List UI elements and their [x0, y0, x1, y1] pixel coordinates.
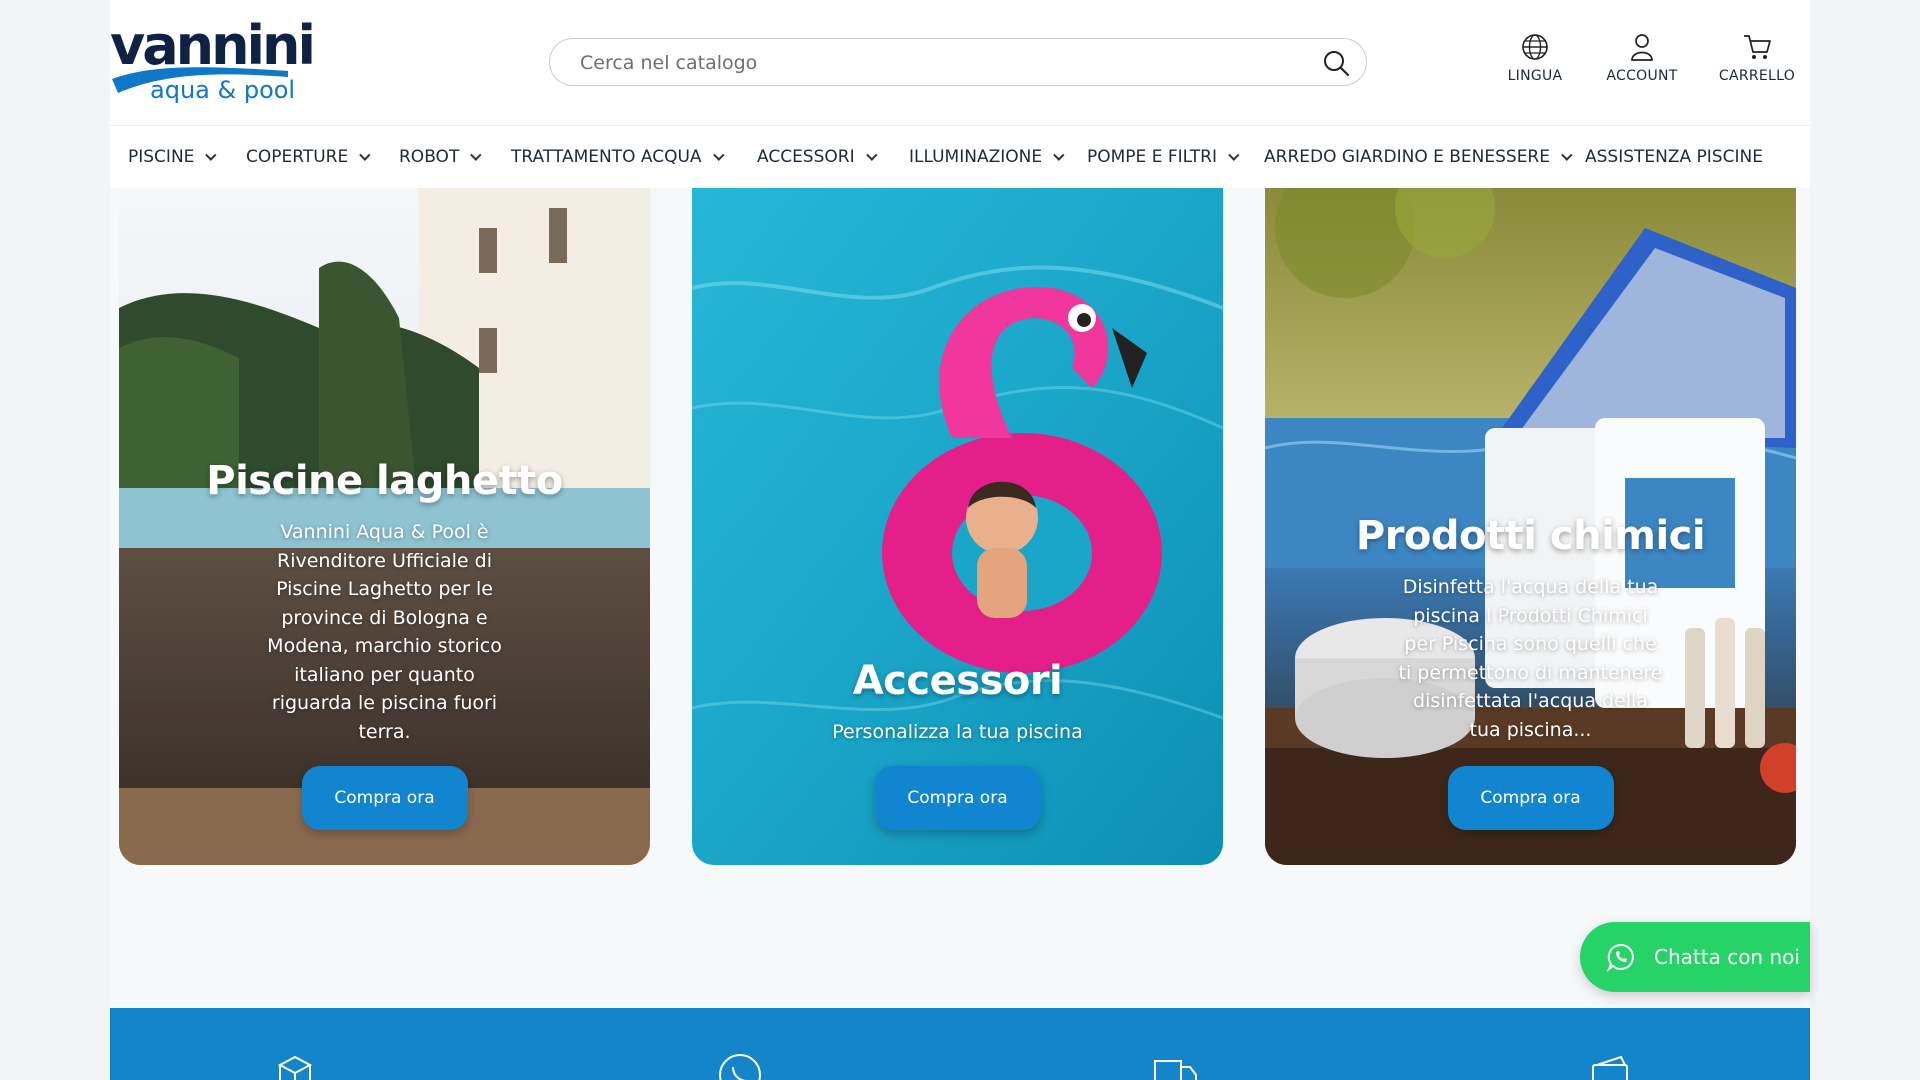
nav-item-coperture[interactable]: COPERTURE: [246, 147, 371, 167]
search-icon[interactable]: [1322, 49, 1350, 77]
card-content: Prodotti chimici Disinfetta l'acqua dell…: [1265, 513, 1796, 744]
logo[interactable]: vannini aqua & pool: [110, 14, 316, 109]
category-card-piscine-laghetto[interactable]: Piscine laghetto Vannini Aqua & Pool è R…: [119, 188, 650, 865]
search-input[interactable]: [580, 49, 1280, 77]
nav-item-label: ASSISTENZA PISCINE: [1585, 147, 1763, 167]
category-card-accessori[interactable]: Accessori Personalizza la tua piscina Co…: [692, 188, 1223, 865]
card-text: Personalizza la tua piscina: [832, 721, 1083, 743]
card-content: Accessori Personalizza la tua piscina: [692, 658, 1223, 747]
language-label: LINGUA: [1507, 68, 1563, 84]
nav-item-label: ARREDO GIARDINO E BENESSERE: [1264, 147, 1550, 167]
chevron-down-icon: [1228, 149, 1240, 161]
features-band: [110, 1008, 1810, 1080]
account-label: ACCOUNT: [1606, 68, 1678, 84]
box-icon: [277, 1055, 313, 1080]
language-button[interactable]: LINGUA: [1485, 32, 1585, 92]
chat-label: Chatta con noi: [1654, 945, 1800, 969]
chat-button[interactable]: Chatta con noi: [1580, 922, 1810, 992]
nav-item-label: COPERTURE: [246, 147, 349, 167]
cart-button[interactable]: CARRELLO: [1707, 32, 1807, 92]
globe-icon: [1522, 34, 1548, 60]
card-content: Piscine laghetto Vannini Aqua & Pool è R…: [119, 458, 650, 746]
cart-label: CARRELLO: [1718, 68, 1796, 84]
truck-icon: [1154, 1060, 1197, 1080]
nav-item-label: TRATTAMENTO ACQUA: [511, 147, 702, 167]
chevron-down-icon: [1561, 149, 1573, 161]
nav-item-label: ILLUMINAZIONE: [909, 147, 1043, 167]
search-bar: [549, 38, 1367, 86]
nav-item-assistenza-piscine[interactable]: ASSISTENZA PISCINE: [1585, 147, 1763, 167]
nav-item-accessori[interactable]: ACCESSORI: [757, 147, 878, 167]
buy-now-button[interactable]: Compra ora: [874, 766, 1041, 830]
category-card-prodotti-chimici[interactable]: Prodotti chimici Disinfetta l'acqua dell…: [1265, 188, 1796, 865]
card-title: Piscine laghetto: [206, 458, 563, 504]
chevron-down-icon: [359, 149, 371, 161]
nav-item-piscine[interactable]: PISCINE: [128, 147, 217, 167]
site-header: vannini aqua & pool LINGUA: [110, 0, 1810, 125]
logo-sub-text: aqua & pool: [150, 76, 296, 104]
page: vannini aqua & pool LINGUA: [110, 0, 1810, 1080]
nav-item-label: ROBOT: [399, 147, 460, 167]
chevron-down-icon: [865, 149, 878, 161]
card-title: Accessori: [852, 658, 1063, 704]
phone-icon: [719, 1054, 761, 1080]
chevron-down-icon: [1053, 149, 1065, 161]
chevron-down-icon: [470, 149, 482, 161]
nav-item-label: PISCINE: [128, 147, 195, 167]
whatsapp-icon: [1606, 943, 1634, 972]
wallet-icon: [1592, 1055, 1628, 1080]
nav-item-arredo-giardino[interactable]: ARREDO GIARDINO E BENESSERE: [1264, 147, 1573, 167]
chevron-down-icon: [205, 149, 217, 161]
chevron-down-icon: [712, 149, 725, 161]
nav-item-label: ACCESSORI: [757, 147, 855, 167]
account-button[interactable]: ACCOUNT: [1592, 32, 1692, 92]
card-title: Prodotti chimici: [1355, 513, 1706, 559]
nav-item-trattamento-acqua[interactable]: TRATTAMENTO ACQUA: [511, 147, 725, 167]
buy-now-button[interactable]: Compra ora: [301, 766, 468, 830]
nav-item-robot[interactable]: ROBOT: [399, 147, 482, 167]
card-text: Vannini Aqua & Pool è Rivenditore Uffici…: [267, 521, 502, 743]
nav-item-pompe-e-filtri[interactable]: POMPE E FILTRI: [1087, 147, 1240, 167]
cart-icon: [1744, 35, 1771, 59]
main-nav: PISCINE COPERTURE ROBOT TRATTAMENTO ACQU…: [110, 125, 1810, 188]
card-text: Disinfetta l'acqua della tua piscina I P…: [1398, 576, 1663, 741]
nav-item-label: POMPE E FILTRI: [1087, 147, 1217, 167]
user-icon: [1631, 34, 1653, 61]
nav-item-illuminazione[interactable]: ILLUMINAZIONE: [909, 147, 1065, 167]
flamingo-float-photo: [692, 188, 1223, 865]
buy-now-button[interactable]: Compra ora: [1447, 766, 1614, 830]
